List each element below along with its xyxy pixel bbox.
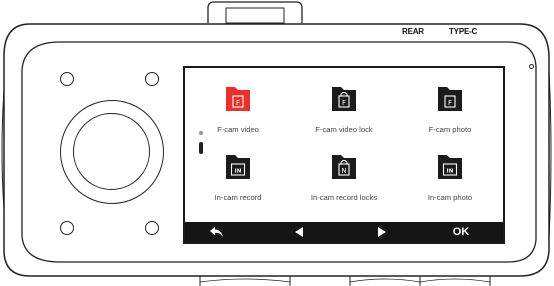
hardware-button-bottom-right[interactable] <box>145 221 159 235</box>
hardware-button-bottom-left[interactable] <box>60 221 74 235</box>
top-mount-bump <box>207 1 303 23</box>
next-softkey[interactable] <box>362 222 402 242</box>
folder-tile-in-cam-record-locks[interactable]: N In-cam record locks <box>291 136 397 206</box>
folder-tile-f-cam-video[interactable]: F F-cam video <box>185 68 291 138</box>
folder-label: In-cam record <box>214 193 262 202</box>
status-led <box>529 64 534 69</box>
folder-label: In-cam photo <box>427 193 473 202</box>
folder-cabin-record-icon: IN <box>226 155 250 179</box>
folder-badge: F <box>236 99 240 107</box>
softkey-bar: OK <box>185 222 503 242</box>
bottom-trim <box>199 278 491 283</box>
folder-tile-in-cam-photo[interactable]: IN In-cam photo <box>397 136 503 206</box>
folder-label: F-cam video lock <box>315 125 373 134</box>
right-triangle-icon <box>378 227 386 237</box>
folder-cabin-photo-icon: IN <box>438 155 462 179</box>
folder-badge: N <box>341 167 346 175</box>
folder-tile-f-cam-video-lock[interactable]: F F-cam video lock <box>291 68 397 138</box>
folder-tile-f-cam-photo[interactable]: F F-cam photo <box>397 68 503 138</box>
folder-badge: F <box>448 99 452 107</box>
hardware-button-top-left[interactable] <box>60 72 74 86</box>
folder-front-photo-icon: F <box>438 87 462 111</box>
folder-badge: IN <box>447 169 454 175</box>
rear-port-label: REAR <box>402 27 424 36</box>
lcd-screen: F F-cam video F F-cam video lock F F-cam… <box>183 66 505 244</box>
top-mount-slot <box>225 7 285 24</box>
joystick-center[interactable] <box>73 113 150 190</box>
folder-front-video-lock-icon: F <box>332 87 356 111</box>
typec-port-label: TYPE-C <box>449 27 478 36</box>
folder-label: F-cam photo <box>428 125 472 134</box>
folder-front-video-icon: F <box>226 87 250 111</box>
navigation-joystick[interactable] <box>60 100 164 204</box>
folder-cabin-record-lock-icon: N <box>332 155 356 179</box>
hardware-button-top-right[interactable] <box>145 72 159 86</box>
back-arrow-icon <box>210 227 223 237</box>
folder-label: F-cam video <box>217 125 259 134</box>
previous-softkey[interactable] <box>279 222 319 242</box>
ok-softkey[interactable]: OK <box>441 222 481 242</box>
folder-tile-in-cam-record[interactable]: IN In-cam record <box>185 136 291 206</box>
bottom-ridge <box>199 276 491 286</box>
folder-badge: IN <box>235 169 242 175</box>
folder-badge: F <box>342 99 346 107</box>
left-triangle-icon <box>295 227 303 237</box>
folder-grid: F F-cam video F F-cam video lock F F-cam… <box>185 68 503 222</box>
back-softkey[interactable] <box>197 222 237 242</box>
folder-label: In-cam record locks <box>310 193 378 202</box>
